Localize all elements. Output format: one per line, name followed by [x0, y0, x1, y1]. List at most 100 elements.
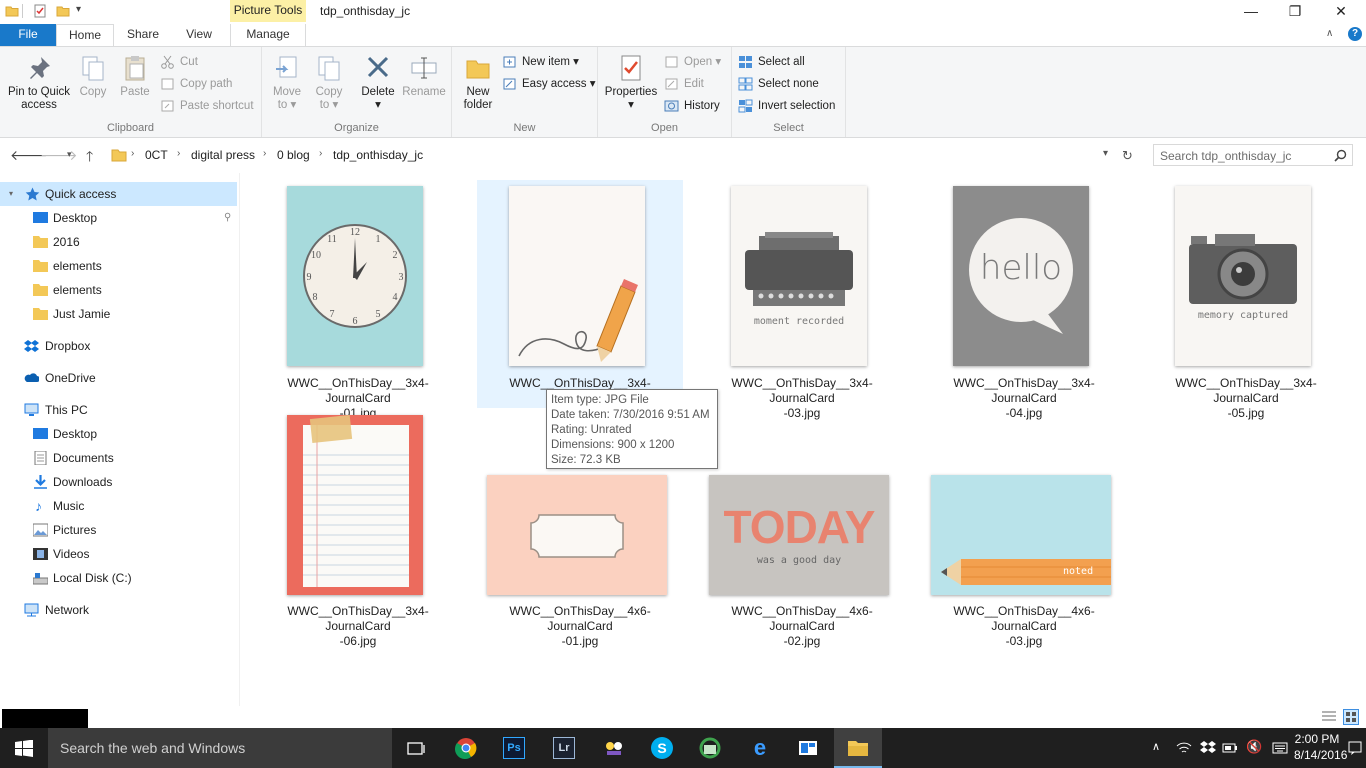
tab-file[interactable]: File [0, 24, 56, 46]
folder-icon[interactable] [5, 4, 19, 18]
edit-button[interactable]: Edit [664, 74, 704, 94]
close-button[interactable]: ✕ [1318, 0, 1364, 24]
edge-app[interactable]: e [736, 728, 784, 768]
history-button[interactable]: History [664, 96, 720, 116]
show-hidden-icons-icon[interactable]: ∧ [1152, 740, 1160, 753]
help-icon[interactable]: ? [1348, 27, 1362, 41]
paste-shortcut-button[interactable]: Paste shortcut [160, 96, 254, 116]
nav-this-pc[interactable]: This PC [0, 398, 237, 422]
breadcrumb-tdp-onthisday-jc[interactable]: tdp_onthisday_jc [333, 148, 423, 162]
up-arrow-icon[interactable]: 🡑 [86, 146, 93, 170]
properties-button[interactable]: Properties ▾ [602, 53, 660, 112]
file-item-selected[interactable]: WWC__OnThisDay__3x4-JournalCard [477, 180, 683, 408]
rename-button[interactable]: Rename [402, 53, 446, 99]
address-dropdown-icon[interactable]: ▾ [1103, 148, 1108, 159]
nav-pictures[interactable]: Pictures [0, 518, 237, 542]
customize-quick-access-icon[interactable]: ▾ [76, 4, 81, 15]
breadcrumb-separator[interactable]: › [263, 148, 266, 159]
nav-onedrive[interactable]: OneDrive [0, 366, 237, 390]
dropbox-tray-icon[interactable] [1200, 740, 1216, 756]
paste-button[interactable]: Paste [116, 53, 154, 99]
breadcrumb-separator[interactable]: › [131, 148, 134, 159]
file-item[interactable]: memory captured WWC__OnThisDay__3x4-Jour… [1143, 180, 1349, 420]
file-explorer-app-active[interactable] [834, 728, 882, 768]
battery-icon[interactable] [1222, 741, 1238, 755]
tab-home[interactable]: Home [56, 24, 114, 47]
nav-documents[interactable]: Documents [0, 446, 237, 470]
app-sync-button[interactable] [686, 728, 734, 768]
nav-elements[interactable]: elements [0, 254, 237, 278]
nav-music[interactable]: ♪ Music [0, 494, 237, 518]
nav-network[interactable]: Network [0, 598, 237, 622]
search-input[interactable]: Search tdp_onthisday_jc [1153, 144, 1353, 166]
nav-just-jamie[interactable]: Just Jamie [0, 302, 237, 326]
open-button[interactable]: Open ▾ [664, 52, 721, 72]
collapse-chevron-icon[interactable]: ▾ [9, 182, 13, 206]
nav-local-disk[interactable]: Local Disk (C:) [0, 566, 237, 590]
tab-view[interactable]: View [174, 24, 224, 46]
nav-desktop[interactable]: Desktop ⚲ [0, 206, 237, 230]
collapse-ribbon-icon[interactable]: ∧ [1326, 28, 1333, 39]
nav-videos[interactable]: Videos [0, 542, 237, 566]
nav-pc-desktop[interactable]: Desktop [0, 422, 237, 446]
copy-path-button[interactable]: Copy path [160, 74, 232, 94]
action-center-icon[interactable] [1348, 740, 1362, 756]
new-folder-button[interactable]: New folder [458, 53, 498, 112]
nav-2016[interactable]: 2016 [0, 230, 237, 254]
nav-quick-access[interactable]: ▾ Quick access [0, 182, 237, 206]
copy-to-button[interactable]: Copy to ▾ [310, 53, 348, 112]
cut-button[interactable]: Cut [160, 52, 198, 72]
easy-access-button[interactable]: Easy access ▾ [502, 74, 596, 94]
chrome-app[interactable] [442, 728, 490, 768]
clock-time: 2:00 PM [1294, 732, 1340, 746]
recent-locations-icon[interactable]: ▾ [67, 149, 72, 160]
search-icon[interactable] [1334, 149, 1347, 162]
file-item[interactable]: noted WWC__OnThisDay__4x6-JournalCard -03… [921, 411, 1127, 648]
windows-start-icon[interactable] [15, 740, 33, 757]
file-item[interactable]: WWC__OnThisDay__3x4-JournalCard -06.jpg [255, 411, 461, 648]
pin-to-quick-access-button[interactable]: Pin to Quick access [4, 53, 74, 112]
task-view-button[interactable] [392, 728, 440, 768]
maximize-button[interactable]: ❐ [1272, 0, 1318, 24]
organize-group: Move to ▾ Copy to ▾ Delete ▾ Rename Organ… [262, 47, 452, 137]
wifi-icon[interactable] [1176, 741, 1192, 755]
invert-selection-button[interactable]: Invert selection [738, 96, 835, 116]
new-item-button[interactable]: New item ▾ [502, 52, 579, 72]
minimize-button[interactable]: — [1228, 0, 1274, 24]
details-view-icon[interactable] [1321, 710, 1337, 724]
breadcrumb-0-blog[interactable]: 0 blog [277, 148, 310, 162]
nav-downloads[interactable]: Downloads [0, 470, 237, 494]
delete-button[interactable]: Delete ▾ [358, 53, 398, 112]
breadcrumb-digital-press[interactable]: digital press [191, 148, 255, 162]
tab-share[interactable]: Share [118, 24, 168, 46]
tab-manage[interactable]: Manage [230, 24, 306, 46]
select-none-button[interactable]: Select none [738, 74, 819, 94]
copy-button[interactable]: Copy [76, 53, 110, 99]
breadcrumb-separator[interactable]: › [319, 148, 322, 159]
file-item[interactable]: hello WWC__OnThisDay__3x4-JournalCard -04… [921, 180, 1127, 420]
select-all-button[interactable]: Select all [738, 52, 805, 72]
nav-elements-2[interactable]: elements [0, 278, 237, 302]
new-folder-icon[interactable] [56, 4, 70, 18]
taskbar-clock[interactable]: 2:00 PM 8/14/2016 [1294, 731, 1347, 763]
refresh-icon[interactable]: ↻ [1122, 148, 1133, 164]
move-to-button[interactable]: Move to ▾ [268, 53, 306, 112]
address-box[interactable]: › 0CT › digital press › 0 blog › tdp_ont… [108, 144, 1118, 166]
file-item[interactable]: 12 1 2 3 4 5 6 7 8 9 10 11 WWC__OnThisDay__3x4-Jour… [255, 180, 461, 420]
photoshop-app[interactable]: Ps [490, 728, 538, 768]
breadcrumb-0ct[interactable]: 0CT [145, 148, 168, 162]
file-item[interactable]: moment recorded WWC__OnThisDay__3x4-Jour… [699, 180, 905, 420]
keyboard-icon[interactable] [1272, 741, 1288, 755]
file-item[interactable]: TODAY was a good day WWC__OnThisDay__4x6… [699, 411, 905, 648]
taskbar-search-box[interactable]: Search the web and Windows [48, 728, 392, 768]
lightroom-app[interactable]: Lr [540, 728, 588, 768]
breadcrumb-separator[interactable]: › [177, 148, 180, 159]
properties-icon[interactable] [33, 4, 47, 18]
skype-app[interactable]: S [638, 728, 686, 768]
large-icons-view-icon[interactable] [1343, 709, 1359, 725]
nav-dropbox[interactable]: Dropbox [0, 334, 237, 358]
store-app[interactable] [784, 728, 832, 768]
pin-icon[interactable]: ⚲ [224, 206, 231, 230]
app-icon-slot[interactable] [590, 728, 638, 768]
volume-muted-icon[interactable]: 🔇 [1246, 739, 1262, 755]
